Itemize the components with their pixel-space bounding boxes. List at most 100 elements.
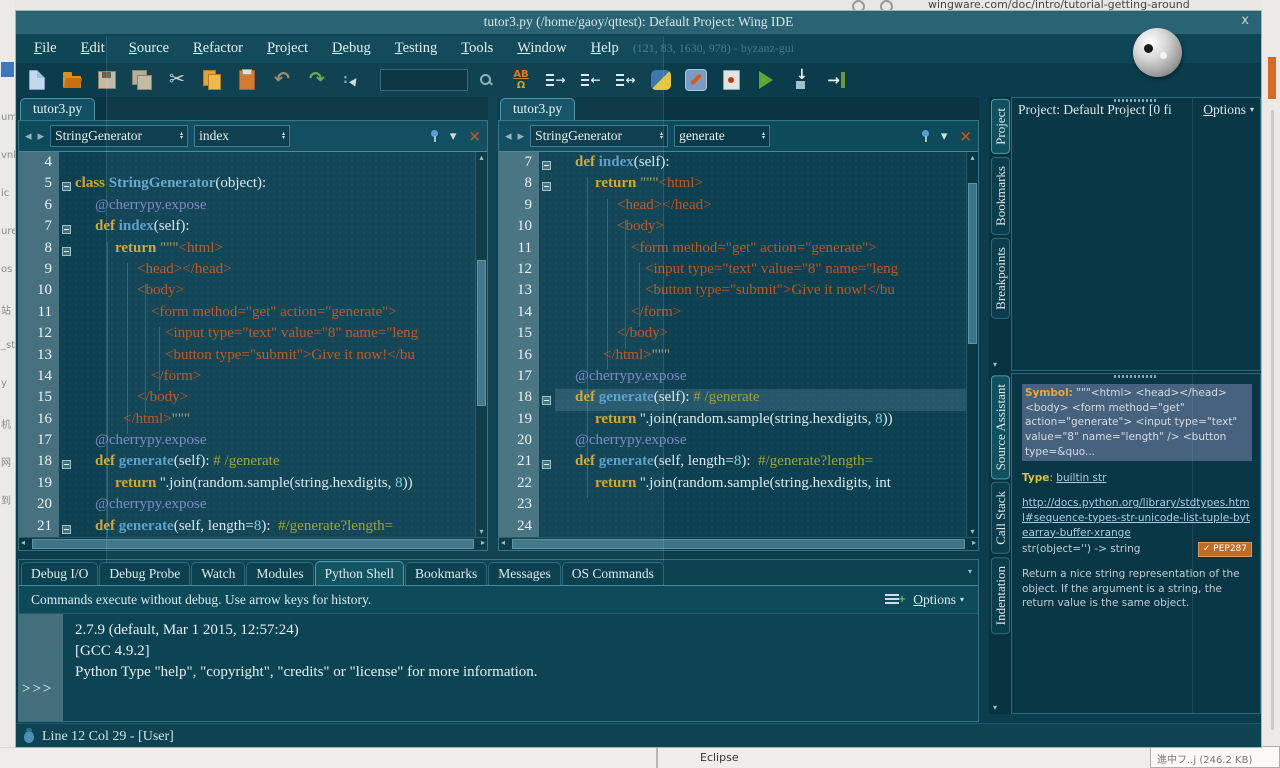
case-toggle-icon[interactable]: ABΩ (510, 68, 532, 92)
download-notification[interactable]: 進中フ..j (246.2 KB) (1150, 746, 1280, 768)
copy-button[interactable] (201, 68, 223, 92)
shell-history-icon[interactable] (885, 594, 899, 606)
menu-help[interactable]: Help (581, 37, 629, 60)
code-line-15[interactable]: 15</body> (499, 325, 966, 346)
bottom-tab-debug-i-o[interactable]: Debug I/O (21, 562, 98, 585)
fold-marker-icon[interactable] (62, 525, 71, 534)
fold-marker-icon[interactable] (542, 161, 551, 170)
code-line-21[interactable]: 21def generate(self, length=8): #/genera… (499, 453, 966, 474)
side-tab-source-assistant[interactable]: Source Assistant (991, 375, 1010, 479)
panel-grip[interactable] (1114, 375, 1158, 378)
code-line-11[interactable]: 11<form method="get" action="generate"> (19, 304, 475, 325)
side-tab-indentation[interactable]: Indentation (991, 557, 1010, 634)
cut-button[interactable]: ✂ (166, 68, 188, 92)
undo-button[interactable]: ↶ (271, 68, 293, 92)
menu-testing[interactable]: Testing (385, 37, 448, 60)
run-to-cursor-button[interactable]: → (825, 68, 847, 92)
pin-icon[interactable] (430, 129, 440, 143)
open-folder-button[interactable] (61, 68, 83, 92)
editor-close-icon[interactable]: × (959, 129, 972, 144)
shell-options-button[interactable]: Options▾ (913, 592, 964, 608)
fold-marker-icon[interactable] (62, 247, 71, 256)
new-file-button[interactable] (26, 68, 48, 92)
chevron-down-icon[interactable]: ▾ (450, 130, 457, 143)
debug-file-button[interactable] (720, 68, 742, 92)
redo-button[interactable]: ↷ (306, 68, 328, 92)
search-icon[interactable] (475, 68, 497, 92)
code-line-17[interactable]: 17@cherrypy.expose (19, 432, 475, 453)
side-tab-project[interactable]: Project (991, 99, 1010, 154)
fold-marker-icon[interactable] (542, 460, 551, 469)
run-button[interactable] (755, 68, 777, 92)
code-line-16[interactable]: 16</html>""" (499, 347, 966, 368)
pointer-tool-button[interactable] (341, 68, 363, 92)
scope-dropdown[interactable]: StringGenerator▴▾ (50, 125, 188, 147)
tab-overflow-icon[interactable]: ▾ (993, 704, 997, 712)
code-line-17[interactable]: 17@cherrypy.expose (499, 368, 966, 389)
fold-marker-icon[interactable] (542, 396, 551, 405)
bottom-tab-watch[interactable]: Watch (191, 562, 245, 585)
toolbar-search-input[interactable] (380, 69, 468, 91)
symbol-dropdown[interactable]: generate▴▾ (674, 125, 770, 147)
menu-refactor[interactable]: Refactor (183, 37, 253, 60)
bottom-tab-python-shell[interactable]: Python Shell (315, 561, 404, 585)
code-line-20[interactable]: 20@cherrypy.expose (499, 432, 966, 453)
panel-grip[interactable] (1114, 99, 1158, 102)
code-line-13[interactable]: 13<button type="submit">Give it now!</bu (499, 282, 966, 303)
chevron-down-icon[interactable]: ▾ (941, 130, 948, 143)
debug-bug-icon[interactable] (24, 731, 34, 743)
window-close-button[interactable]: x (1241, 13, 1249, 28)
code-line-15[interactable]: 15</body> (19, 389, 475, 410)
bottom-tab-bookmarks[interactable]: Bookmarks (405, 562, 487, 585)
pin-icon[interactable] (921, 129, 931, 143)
code-line-18[interactable]: 18def generate(self): # /generate (499, 389, 966, 410)
code-line-18[interactable]: 18def generate(self): # /generate (19, 453, 475, 474)
code-line-16[interactable]: 16</html>""" (19, 411, 475, 432)
horizontal-scrollbar[interactable]: ◂▸ (19, 537, 487, 550)
code-line-14[interactable]: 14</form> (499, 304, 966, 325)
scope-dropdown[interactable]: StringGenerator▴▾ (530, 125, 668, 147)
horizontal-scrollbar[interactable]: ◂▸ (499, 537, 978, 550)
code-area[interactable]: 7def index(self):8return """<html>9<head… (499, 152, 978, 537)
taskbar-item-eclipse[interactable]: Eclipse (700, 751, 739, 764)
side-tab-bookmarks[interactable]: Bookmarks (991, 157, 1010, 235)
code-line-10[interactable]: 10<body> (499, 218, 966, 239)
menu-edit[interactable]: Edit (71, 37, 115, 60)
step-into-button[interactable] (790, 68, 812, 92)
paste-button[interactable] (236, 68, 258, 92)
menu-debug[interactable]: Debug (322, 37, 381, 60)
side-tab-breakpoints[interactable]: Breakpoints (991, 238, 1010, 319)
code-line-24[interactable]: 24 (499, 518, 966, 537)
side-tab-call-stack[interactable]: Call Stack (991, 482, 1010, 554)
save-all-button[interactable] (131, 68, 153, 92)
menu-source[interactable]: Source (119, 37, 179, 60)
nav-forward-icon[interactable]: ▸ (518, 130, 525, 143)
nav-forward-icon[interactable]: ▸ (38, 130, 45, 143)
menu-file[interactable]: File (24, 37, 67, 60)
nav-back-icon[interactable]: ◂ (505, 130, 512, 143)
yin-yang-icon[interactable] (1133, 28, 1182, 77)
code-line-20[interactable]: 20@cherrypy.expose (19, 496, 475, 517)
python-icon[interactable] (650, 68, 672, 92)
menu-project[interactable]: Project (257, 37, 318, 60)
builtin-str-link[interactable]: builtin str (1056, 472, 1106, 484)
code-line-19[interactable]: 19return ''.join(random.sample(string.he… (19, 475, 475, 496)
code-line-12[interactable]: 12<input type="text" value="8" name="len… (499, 261, 966, 282)
editor-tab[interactable]: tutor3.py (20, 98, 95, 120)
code-line-14[interactable]: 14</form> (19, 368, 475, 389)
python-shell[interactable]: >>> 2.7.9 (default, Mar 1 2015, 12:57:24… (19, 614, 978, 721)
code-area[interactable]: 45class StringGenerator(object):6@cherry… (19, 152, 487, 537)
code-line-21[interactable]: 21def generate(self, length=8): #/genera… (19, 518, 475, 537)
code-line-4[interactable]: 4 (19, 154, 475, 175)
code-line-9[interactable]: 9<head></head> (19, 261, 475, 282)
code-line-6[interactable]: 6@cherrypy.expose (19, 197, 475, 218)
bottom-tab-modules[interactable]: Modules (246, 562, 313, 585)
indent-right-button[interactable]: → (545, 68, 567, 92)
python-docs-link[interactable]: http://docs.python.org/library/stdtypes.… (1022, 496, 1252, 540)
bottom-tab-os-commands[interactable]: OS Commands (562, 562, 664, 585)
code-line-23[interactable]: 23 (499, 496, 966, 517)
menu-window[interactable]: Window (507, 37, 576, 60)
code-line-19[interactable]: 19return ''.join(random.sample(string.he… (499, 411, 966, 432)
code-line-8[interactable]: 8return """<html> (499, 175, 966, 196)
window-titlebar[interactable]: tutor3.py (/home/gaoy/qttest): Default P… (16, 11, 1261, 35)
